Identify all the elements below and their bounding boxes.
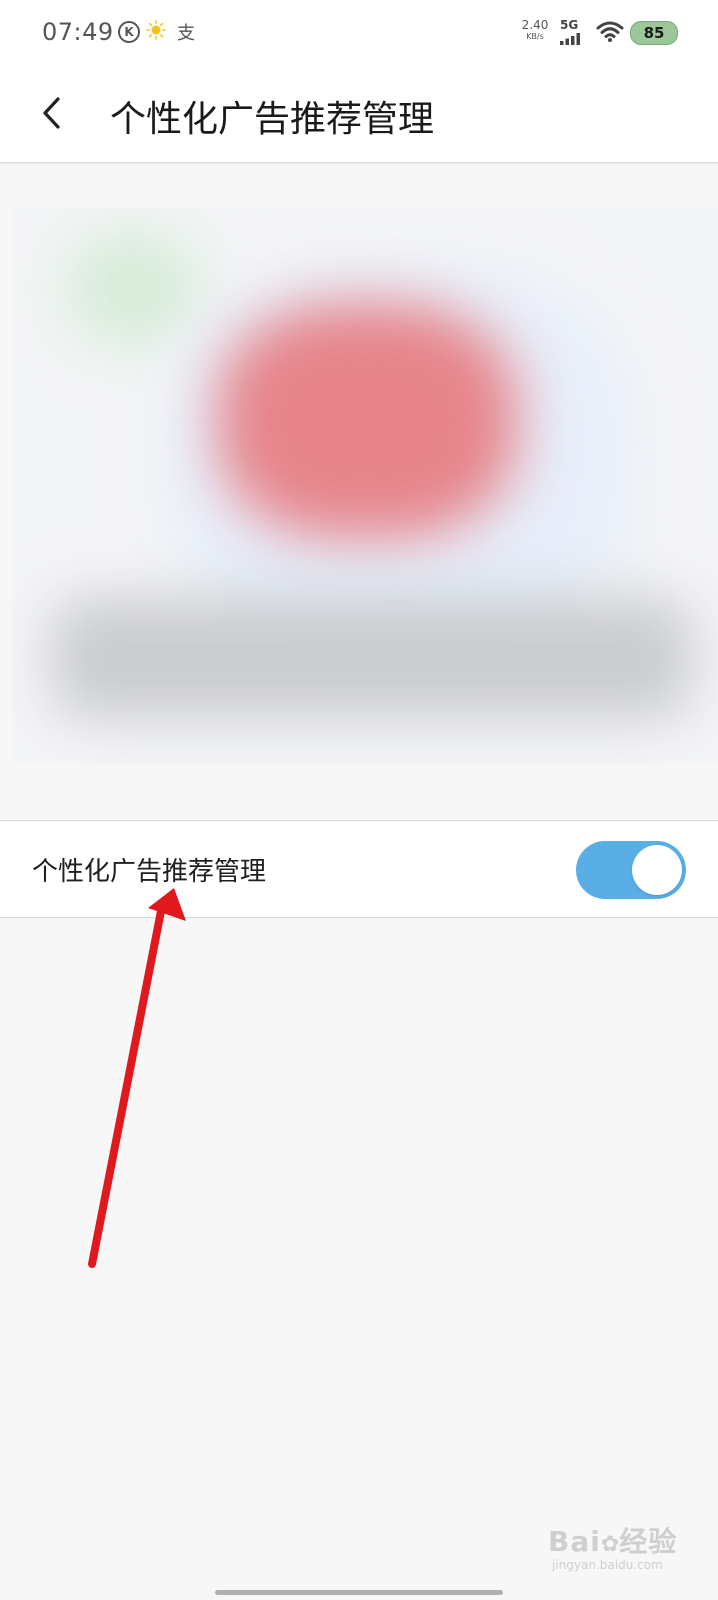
wifi-icon	[596, 20, 624, 46]
personalized-ads-setting-row[interactable]: 个性化广告推荐管理	[0, 820, 718, 918]
banner-blur-gray	[52, 598, 692, 718]
blurred-banner-image	[12, 208, 718, 764]
k-circle-icon: K	[118, 21, 140, 43]
status-time: 07:49	[42, 18, 114, 46]
battery-icon: 85	[630, 21, 678, 45]
banner-blur-red	[217, 303, 517, 538]
watermark-logo-left: Bai	[548, 1525, 601, 1558]
toggle-knob	[632, 845, 682, 895]
status-bar: 07:49 K 支 2.40 KB/s 5G 85	[0, 0, 718, 64]
app-header: 个性化广告推荐管理	[0, 64, 718, 163]
watermark-url: jingyan.baidu.com	[552, 1558, 663, 1572]
page-title: 个性化广告推荐管理	[110, 99, 435, 140]
paw-icon: ✿	[600, 1532, 620, 1557]
app-notification-icon: 支	[177, 23, 195, 44]
home-indicator[interactable]	[215, 1590, 503, 1595]
chevron-left-icon[interactable]	[38, 96, 66, 134]
setting-label: 个性化广告推荐管理	[32, 857, 267, 887]
network-speed-unit: KB/s	[526, 32, 544, 41]
network-speed: 2.40 KB/s	[520, 18, 550, 42]
personalized-ads-toggle[interactable]	[576, 841, 686, 899]
banner-blur-green	[62, 228, 202, 348]
sun-icon	[146, 20, 166, 44]
network-speed-value: 2.40	[521, 18, 549, 32]
watermark-logo-right: 经验	[619, 1525, 678, 1558]
signal-icon	[560, 30, 582, 49]
baidu-jingyan-watermark: Bai✿经验 jingyan.baidu.com	[548, 1520, 677, 1572]
